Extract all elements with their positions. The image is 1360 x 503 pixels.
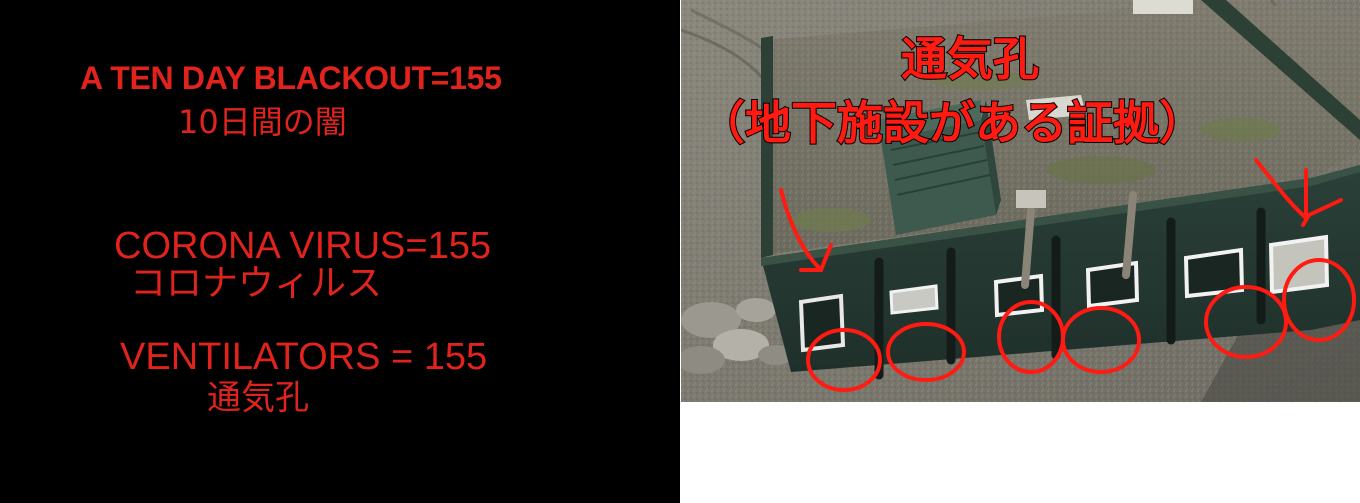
ventilators-english: VENTILATORS = 155	[120, 336, 488, 378]
aerial-photo: 通気孔 （地下施設がある証拠）	[681, 0, 1360, 402]
ventilators-japanese: 通気孔	[207, 378, 309, 418]
headline-japanese: 10日間の闇	[178, 103, 347, 141]
corona-virus-english: CORONA VIRUS=155	[114, 225, 491, 267]
blank-area	[681, 402, 1360, 503]
meme-image: A TEN DAY BLACKOUT=155 10日間の闇 CORONA VIR…	[0, 0, 1360, 503]
headline-english: A TEN DAY BLACKOUT=155	[80, 60, 502, 96]
corona-virus-japanese: コロナウィルス	[130, 263, 383, 304]
photo-subtitle: （地下施設がある証拠）	[698, 96, 1206, 150]
photo-title: 通気孔	[900, 32, 1040, 86]
text-panel: A TEN DAY BLACKOUT=155 10日間の闇 CORONA VIR…	[0, 0, 680, 503]
